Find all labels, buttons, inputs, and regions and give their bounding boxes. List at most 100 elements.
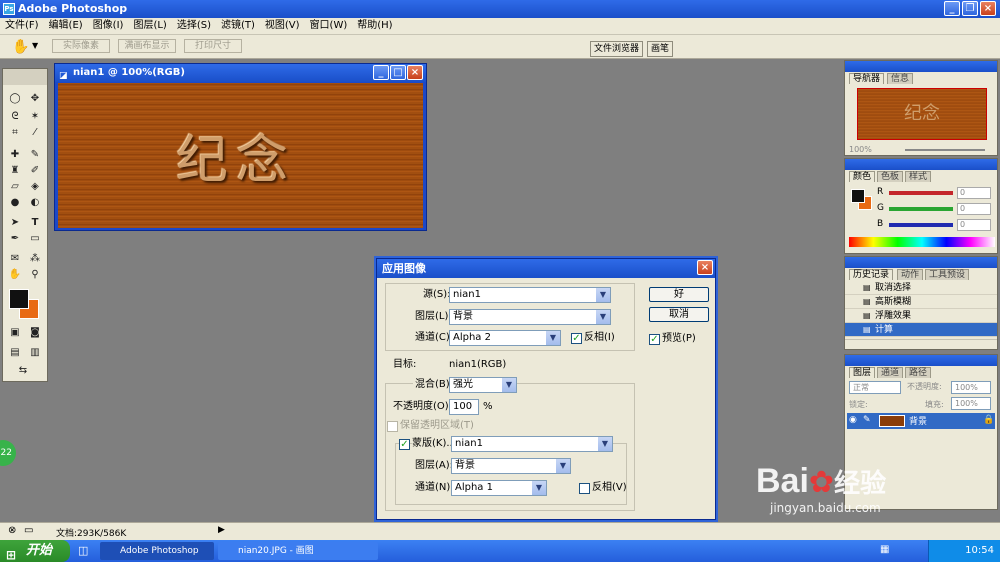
magic-wand-icon[interactable]: ✶ [27, 109, 43, 124]
shape-icon[interactable]: ▭ [27, 231, 43, 246]
doc-close-icon[interactable]: × [407, 65, 423, 80]
start-button[interactable]: ⊞ 开始 [0, 540, 70, 562]
preview-checkbox[interactable]: ✓ [649, 334, 660, 345]
zoom-icon[interactable]: ⚲ [27, 267, 43, 282]
navigator-thumbnail[interactable]: 纪念 [857, 88, 987, 140]
menu-view[interactable]: 视图(V) [260, 18, 305, 34]
tab-info[interactable]: 信息 [887, 73, 914, 84]
marquee-icon[interactable]: ◯ [7, 91, 23, 106]
file-browser-tab[interactable]: 文件浏览器 [590, 41, 644, 57]
print-preview-icon[interactable]: ▭ [24, 525, 33, 536]
minimize-icon[interactable]: _ [944, 1, 960, 16]
mask-source-select[interactable]: nian1 ▼ [451, 436, 613, 452]
doc-maximize-icon[interactable]: □ [390, 65, 406, 80]
pen-icon[interactable]: ✒ [7, 231, 23, 246]
menu-image[interactable]: 图像(I) [88, 18, 129, 34]
tab-color[interactable]: 颜色 [849, 171, 876, 182]
print-size-button[interactable]: 打印尺寸 [184, 39, 242, 53]
blend-select[interactable]: 强光 ▼ [449, 377, 517, 393]
source-select[interactable]: nian1 ▼ [449, 287, 611, 303]
eraser-icon[interactable]: ▱ [7, 179, 23, 194]
mask-layer-select[interactable]: 背景 ▼ [451, 458, 571, 474]
path-select-icon[interactable]: ➤ [7, 215, 23, 230]
standard-mode-icon[interactable]: ▣ [7, 325, 23, 340]
navigator-zoom-slider[interactable] [905, 149, 985, 151]
history-item[interactable]: ▤ 计算 [845, 323, 997, 337]
blur-icon[interactable]: ● [7, 195, 23, 210]
close-icon[interactable]: × [980, 1, 996, 16]
layer-row-background[interactable]: ◉ ✎ 背景 🔒 [847, 413, 995, 429]
hand-tool-icon[interactable]: ✋ [12, 39, 29, 55]
screen-mode-icon[interactable]: ▤ [7, 345, 23, 360]
foreground-color-swatch[interactable] [9, 289, 29, 309]
dialog-close-icon[interactable]: × [697, 260, 713, 275]
type-icon[interactable]: T [27, 215, 43, 230]
tab-navigator[interactable]: 导航器 [849, 73, 885, 84]
status-menu-arrow-icon[interactable]: ▶ [218, 525, 225, 535]
eye-icon[interactable]: ◉ [849, 415, 857, 425]
chevron-down-icon[interactable]: ▼ [32, 41, 38, 50]
tab-history[interactable]: 历史记录 [849, 269, 894, 280]
slice-icon[interactable]: ⁄ [27, 125, 43, 140]
fill-input[interactable]: 100% [951, 397, 991, 410]
tab-swatches[interactable]: 色板 [877, 171, 904, 182]
tab-tool-presets[interactable]: 工具预设 [925, 269, 970, 280]
ok-button[interactable]: 好 [649, 287, 709, 302]
mask-channel-select[interactable]: Alpha 1 ▼ [451, 480, 547, 496]
menu-window[interactable]: 窗口(W) [305, 18, 353, 34]
channel-slider[interactable] [889, 207, 953, 211]
history-item[interactable]: ▤ 浮雕效果 [845, 309, 997, 323]
fullscreen-mode-icon[interactable]: ▥ [27, 345, 43, 360]
history-item[interactable]: ▤ 高斯模糊 [845, 295, 997, 309]
channel-value[interactable]: 0 [957, 187, 991, 199]
paint-bucket-icon[interactable]: ◈ [27, 179, 43, 194]
mask-invert-checkbox[interactable]: ✓ [579, 483, 590, 494]
task-paint[interactable]: nian20.JPG - 画图 [218, 542, 378, 560]
layers-opacity-input[interactable]: 100% [951, 381, 991, 394]
fit-screen-button[interactable]: 满画布显示 [118, 39, 176, 53]
layer-select[interactable]: 背景 ▼ [449, 309, 611, 325]
channel-select[interactable]: Alpha 2 ▼ [449, 330, 561, 346]
channel-value[interactable]: 0 [957, 219, 991, 231]
tab-styles[interactable]: 样式 [905, 171, 932, 182]
history-brush-icon[interactable]: ✐ [27, 163, 43, 178]
doc-minimize-icon[interactable]: _ [373, 65, 389, 80]
menu-filter[interactable]: 滤镜(T) [216, 18, 260, 34]
cancel-button[interactable]: 取消 [649, 307, 709, 322]
eyedropper-icon[interactable]: ⁂ [27, 251, 43, 266]
mask-checkbox[interactable]: ✓ [399, 439, 410, 450]
navigator-zoom[interactable]: 100% [849, 145, 872, 154]
channel-slider[interactable] [889, 191, 953, 195]
crop-icon[interactable]: ⌗ [7, 125, 23, 140]
menu-help[interactable]: 帮助(H) [352, 18, 397, 34]
history-item[interactable]: ▤ 取消选择 [845, 281, 997, 295]
zoom-circle-icon[interactable]: ⊗ [8, 525, 16, 536]
brush-icon[interactable]: ✎ [27, 147, 43, 162]
side-badge[interactable]: 22 [0, 440, 16, 466]
blend-mode-select[interactable]: 正常 [849, 381, 901, 394]
show-desktop-icon[interactable]: ◫ [78, 544, 88, 557]
channel-value[interactable]: 0 [957, 203, 991, 215]
tab-paths[interactable]: 路径 [905, 367, 932, 378]
clone-stamp-icon[interactable]: ♜ [7, 163, 23, 178]
channel-slider[interactable] [889, 223, 953, 227]
actual-pixels-button[interactable]: 实际像素 [52, 39, 110, 53]
menu-edit[interactable]: 编辑(E) [44, 18, 88, 34]
preserve-transparency-checkbox[interactable]: ✓ [387, 421, 398, 432]
quick-mask-icon[interactable]: ◙ [27, 325, 43, 340]
menu-layer[interactable]: 图层(L) [128, 18, 171, 34]
hand-icon[interactable]: ✋ [7, 267, 23, 282]
foreground-swatch[interactable] [851, 189, 865, 203]
task-photoshop[interactable]: Adobe Photoshop [100, 542, 214, 560]
healing-brush-icon[interactable]: ✚ [7, 147, 23, 162]
dodge-icon[interactable]: ◐ [27, 195, 43, 210]
menu-file[interactable]: 文件(F) [0, 18, 44, 34]
move-icon[interactable]: ✥ [27, 91, 43, 106]
restore-icon[interactable]: ❐ [962, 1, 978, 16]
notes-icon[interactable]: ✉ [7, 251, 23, 266]
color-ramp[interactable] [849, 237, 995, 247]
tab-layers[interactable]: 图层 [849, 367, 876, 378]
invert-checkbox[interactable]: ✓ [571, 333, 582, 344]
tab-channels[interactable]: 通道 [877, 367, 904, 378]
lasso-icon[interactable]: ᘓ [7, 109, 23, 124]
